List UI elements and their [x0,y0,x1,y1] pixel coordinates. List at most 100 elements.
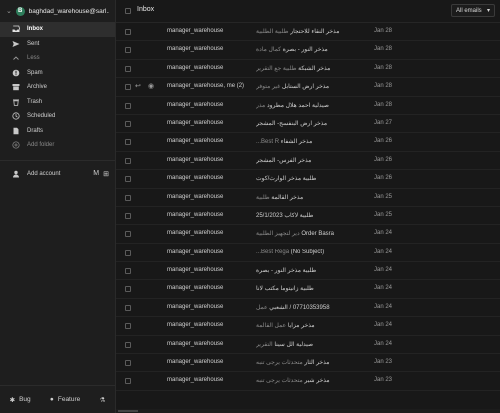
sidebar-item-drafts[interactable]: Drafts [0,124,115,139]
microsoft-icon[interactable]: ⊞ [103,170,109,178]
row-checkbox[interactable] [125,286,131,293]
email-sender: manager_warehouse [167,175,224,182]
email-row[interactable]: manager_warehouse صيدلية الل سينا التقرير… [116,336,500,355]
email-sender: manager_warehouse [167,340,224,347]
email-sender: manager_warehouse [167,230,224,237]
feature-button[interactable]: ● Feature [50,396,80,403]
email-row[interactable]: manager_warehouse مذخر مزايا عمل القالمة J… [116,317,500,336]
email-row[interactable]: manager_warehouse مذخر القالمة طلبية Jan 2… [116,189,500,207]
lab-button[interactable]: ⚗ [100,396,106,404]
feature-label: Feature [57,396,81,403]
sidebar-item-archive[interactable]: Archive [0,80,115,95]
chevron-up-icon [12,54,20,62]
row-checkbox[interactable] [125,176,131,183]
subject-text: 07710353958 / الشعبي [269,304,330,311]
subject-text: مذخر ارض الستابل [281,84,330,91]
email-preview: غير متوفر [256,84,281,91]
sidebar-item-spam[interactable]: Spam [0,66,115,81]
row-checkbox[interactable] [125,323,131,330]
row-checkbox[interactable] [125,102,131,109]
email-subject: مذخر الفرس- المشجر [256,157,359,164]
email-row[interactable]: manager_warehouse صيدلية احمد هلال مطرود … [116,97,500,115]
select-all-checkbox[interactable] [125,8,131,14]
subject-text: صيدلية الل سينا [274,341,314,348]
sidebar-item-scheduled[interactable]: Scheduled [0,109,115,124]
horizontal-scrollbar[interactable] [116,409,500,413]
mail-list-pane: Inbox All emails ▾ manager_warehouse مذخر… [116,0,500,413]
email-row[interactable]: manager_warehouse طلبية مذخر الوارث/كوت J… [116,170,500,189]
subject-text: Order Basra [301,231,334,238]
email-date: Jan 27 [374,119,393,126]
reply-icon: ↩ [135,83,141,91]
row-checkbox[interactable] [125,157,131,164]
lightbulb-icon: ● [49,396,54,403]
row-checkbox[interactable] [125,378,131,385]
row-checkbox[interactable] [125,139,131,146]
email-subject: طلبية مذخر النور - بصرة [256,267,359,274]
email-row[interactable]: manager_warehouse مذخر الفرس- المشجر Jan … [116,152,500,171]
row-checkbox[interactable] [125,212,131,219]
email-subject: مذخر النور - بصرة كمال مادة [256,46,359,53]
email-preview: متحدثات يرجى تنبه [256,378,303,385]
email-row[interactable]: manager_warehouse 07710353958 / الشعبي عم… [116,299,500,318]
subject-text: (No Subject) [290,248,325,255]
row-checkbox[interactable] [125,194,131,201]
row-checkbox[interactable] [125,341,131,348]
row-checkbox[interactable] [125,304,131,311]
email-date: Jan 24 [374,230,393,237]
email-row[interactable]: manager_warehouse مذخر النور - بصرة كمال … [116,41,500,60]
email-row[interactable]: manager_warehouse مذخر الشفاء Best R... Ja… [116,133,500,152]
email-sender: manager_warehouse [167,303,224,310]
inbox-icon [12,25,20,33]
email-preview: طلبية الطلبية [256,29,289,35]
email-row[interactable]: manager_warehouse مذخر شير متحدثات يرجى ت… [116,372,500,391]
email-sender: manager_warehouse [167,285,224,292]
email-row[interactable]: manager_warehouse (No Subject) Best Rega.… [116,244,500,263]
row-checkbox[interactable] [125,47,131,54]
email-date: Jan 23 [374,359,393,366]
sidebar-item-less[interactable]: Less [0,51,115,66]
sidebar-item-add-folder[interactable]: Add folder [0,138,115,153]
email-row[interactable]: manager_warehouse Order Basra دير لتجهيز … [116,225,500,244]
email-subject: طلبية لاكاب 25/1/2023 [256,212,359,219]
row-checkbox[interactable] [125,120,131,127]
email-row[interactable]: manager_warehouse طلبية مذخر النور - بصرة… [116,262,500,281]
email-row[interactable]: manager_warehouse طلبية زانيتوما مكتب لان… [116,280,500,299]
email-row[interactable]: manager_warehouse مذخر الشبكة طلبية جع ال… [116,60,500,79]
row-checkbox[interactable] [125,84,131,91]
email-row[interactable]: manager_warehouse مذخر ارض البنفسج- المشج… [116,115,500,134]
email-date: Jan 24 [374,303,393,310]
gmail-icon[interactable]: M [93,170,99,178]
row-checkbox[interactable] [125,65,131,72]
subject-text: مذخر النقاء للاحتجار [290,29,340,35]
account-switcher[interactable]: ⌄ B baghdad_warehouse@sarl... [0,0,115,22]
email-row[interactable]: manager_warehouse طلبية لاكاب 25/1/2023 J… [116,207,500,226]
sidebar-item-inbox[interactable]: Inbox [0,22,115,37]
row-checkbox[interactable] [125,360,131,367]
email-row[interactable]: manager_warehouse مذخر الثار متحدثات يرجى… [116,354,500,373]
subject-text: مذخر ارض البنفسج- المشجر [256,120,328,127]
email-subject: صيدلية الل سينا التقرير [256,341,359,348]
row-checkbox[interactable] [125,249,131,256]
sidebar-item-label: Inbox [27,26,43,33]
sidebar-item-label: Sent [27,40,40,47]
email-filter-select[interactable]: All emails ▾ [451,4,495,17]
sidebar-footer: ✱ Bug ● Feature ⚗ [0,385,115,413]
row-checkbox[interactable] [125,231,131,238]
user-icon [12,170,20,178]
email-preview: طلبية [256,194,270,201]
add-account-button[interactable]: Add account M ⊞ [0,167,115,181]
email-sender: manager_warehouse [167,138,224,145]
list-header: Inbox All emails ▾ [116,0,500,23]
row-checkbox[interactable] [125,29,131,35]
page-title: Inbox [137,6,155,13]
row-checkbox[interactable] [125,268,131,275]
email-row[interactable]: manager_warehouse مذخر النقاء للاحتجار طل… [116,23,500,42]
email-date: Jan 25 [374,193,393,200]
bug-button[interactable]: ✱ Bug [10,396,31,404]
subject-text: مذخر الثار [304,360,330,367]
sidebar-item-trash[interactable]: Trash [0,95,115,110]
account-name: baghdad_warehouse@sarl... [28,7,109,15]
sidebar-item-sent[interactable]: Sent [0,37,115,52]
email-row[interactable]: ↩ ◉ manager_warehouse, me (2) مذخر ارض الست… [116,78,500,97]
